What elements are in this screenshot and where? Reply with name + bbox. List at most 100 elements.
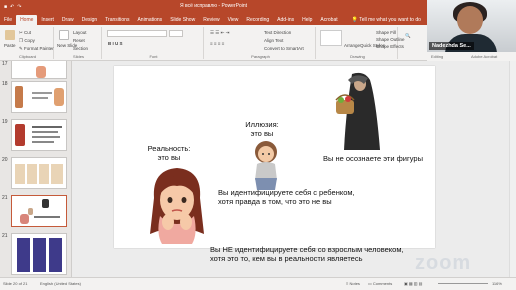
thumbnail-image bbox=[11, 81, 67, 113]
zoom-slider[interactable] bbox=[438, 283, 488, 284]
notes-label: Notes bbox=[349, 281, 360, 286]
tab-review[interactable]: Review bbox=[199, 15, 223, 25]
copy-button[interactable]: ❐ Copy bbox=[19, 38, 35, 44]
font-size-box[interactable] bbox=[169, 30, 183, 37]
paragraph-group-label: Paragraph bbox=[251, 54, 270, 59]
tab-recording[interactable]: Recording bbox=[242, 15, 273, 25]
vertical-scrollbar[interactable] bbox=[509, 61, 516, 277]
align-icons[interactable]: ≡ ≡ ≡ ≡ bbox=[210, 41, 224, 46]
section-button[interactable]: Section bbox=[73, 46, 88, 51]
comments-button[interactable]: ▭ Comments bbox=[368, 281, 392, 286]
window-title: Я всё исправлю - PowerPoint bbox=[179, 3, 248, 9]
thumbnail-number: 18 bbox=[2, 81, 8, 87]
cut-label: Cut bbox=[24, 30, 32, 35]
ribbon-tabs: File Home Insert Draw Design Transitions… bbox=[0, 13, 427, 25]
participant-name: Nadezhda Se... bbox=[429, 42, 474, 50]
shape-fill-button[interactable]: Shape Fill bbox=[376, 30, 396, 35]
slide-thumbnail-pane: 17 18 19 20 21 21 bbox=[0, 61, 72, 277]
identify-adult-text: Вы НЕ идентифицируете себя со взрослым ч… bbox=[210, 245, 404, 264]
text-direction-button[interactable]: Text Direction bbox=[264, 30, 291, 35]
thumbnail-image-selected bbox=[11, 195, 67, 227]
thumbnail-18[interactable]: 18 bbox=[0, 81, 71, 115]
reset-button[interactable]: Reset bbox=[73, 38, 85, 43]
comments-label: Comments bbox=[372, 281, 393, 286]
font-group-label: Font bbox=[149, 54, 158, 59]
thumbnail-20[interactable]: 20 bbox=[0, 157, 71, 191]
tab-add-ins[interactable]: Add-ins bbox=[273, 15, 298, 25]
ribbon: Paste ✂ Cut ❐ Copy ✎ Format Painter Clip… bbox=[0, 25, 427, 61]
normal-view-icon[interactable]: ▣ ▦ ▥ ▤ bbox=[404, 281, 422, 286]
tab-file[interactable]: File bbox=[0, 15, 16, 25]
thumbnail-image bbox=[11, 157, 67, 189]
new-slide-icon[interactable] bbox=[59, 30, 69, 40]
participant-face bbox=[457, 6, 483, 34]
reality-text: Реальность: это вы bbox=[147, 144, 191, 163]
tab-acrobat[interactable]: Acrobat bbox=[316, 15, 341, 25]
tab-draw[interactable]: Draw bbox=[58, 15, 78, 25]
copy-icon: ❐ bbox=[19, 38, 24, 43]
arrange-button[interactable]: Arrange bbox=[344, 43, 360, 48]
bullets-icon[interactable]: ☰ ☰ ⇤ ⇥ bbox=[210, 30, 229, 36]
thumbnail-number: 17 bbox=[2, 61, 8, 67]
convert-smartart-button[interactable]: Convert to SmartArt bbox=[264, 46, 304, 51]
tab-view[interactable]: View bbox=[224, 15, 243, 25]
clipboard-group: Paste ✂ Cut ❐ Copy ✎ Format Painter Clip… bbox=[2, 27, 54, 59]
thumbnail-number: 21 bbox=[2, 233, 8, 239]
comment-icon: ▭ bbox=[368, 281, 372, 286]
drawing-group-label: Drawing bbox=[350, 54, 365, 59]
slide-counter: Slide 20 of 21 bbox=[3, 281, 28, 286]
tab-design[interactable]: Design bbox=[78, 15, 102, 25]
illusion-text: Иллюзия: это вы bbox=[245, 120, 279, 139]
zoom-logo: zoom bbox=[415, 252, 472, 274]
paste-button[interactable]: Paste bbox=[4, 43, 16, 48]
thumbnail-number: 19 bbox=[2, 119, 8, 125]
current-slide[interactable]: Реальность: это вы Иллюзия: это вы Вы не… bbox=[114, 66, 435, 263]
tab-slide-show[interactable]: Slide Show bbox=[166, 15, 199, 25]
thumbnail-image bbox=[11, 119, 67, 151]
shapes-gallery[interactable] bbox=[320, 30, 342, 46]
notes-icon: ≡ bbox=[346, 281, 349, 286]
thumbnail-19[interactable]: 19 bbox=[0, 119, 71, 153]
thumbnail-image bbox=[11, 233, 67, 275]
slides-group-label: Slides bbox=[73, 54, 84, 59]
scissors-icon: ✂ bbox=[19, 30, 23, 35]
zoom-percentage[interactable]: 116% bbox=[492, 281, 502, 286]
layout-button[interactable]: Layout bbox=[73, 30, 87, 35]
thumbnail-number: 20 bbox=[2, 157, 8, 163]
thumbnail-image bbox=[11, 61, 67, 79]
slides-group: New Slide Layout Reset Section Slides bbox=[56, 27, 102, 59]
clipboard-group-label: Clipboard bbox=[18, 54, 37, 59]
thumbnail-22[interactable]: 21 bbox=[0, 233, 71, 277]
not-aware-text: Вы не осознаете эти фигуры bbox=[323, 154, 423, 163]
tab-transitions[interactable]: Transitions bbox=[101, 15, 133, 25]
format-painter-button[interactable]: ✎ Format Painter bbox=[19, 46, 54, 52]
paragraph-group: ☰ ☰ ⇤ ⇥ Text Direction Align Text Conver… bbox=[206, 27, 316, 59]
tab-home[interactable]: Home bbox=[16, 15, 38, 25]
thumbnail-21[interactable]: 21 bbox=[0, 195, 71, 229]
brush-icon: ✎ bbox=[19, 46, 23, 51]
adobe-group-label: Adobe Acrobat bbox=[471, 54, 498, 59]
tab-insert[interactable]: Insert bbox=[37, 15, 58, 25]
editing-group: 🔍 bbox=[400, 27, 427, 59]
editing-group-label: Editing bbox=[431, 54, 444, 59]
notes-button[interactable]: ≡ Notes bbox=[346, 281, 360, 286]
tab-help[interactable]: Help bbox=[298, 15, 316, 25]
title-bar: ■ ↶ ↷ Я всё исправлю - PowerPoint bbox=[0, 0, 427, 13]
find-icon[interactable]: 🔍 bbox=[405, 33, 411, 39]
identify-child-text: Вы идентифицируете себя с ребенком, хотя… bbox=[218, 188, 355, 207]
cut-button[interactable]: ✂ Cut bbox=[19, 30, 31, 36]
format-painter-label: Format Painter bbox=[24, 46, 54, 51]
drawing-group: Arrange Quick Styles Shape Fill Shape Ou… bbox=[318, 27, 405, 59]
bold-icon[interactable]: B I U S bbox=[108, 41, 123, 46]
language-indicator[interactable]: English (United States) bbox=[40, 281, 81, 286]
align-text-button[interactable]: Align Text bbox=[264, 38, 283, 43]
participant-video: Nadezhda Se... bbox=[427, 0, 516, 52]
ribbon-right-labels: Editing Adobe Acrobat bbox=[427, 52, 516, 61]
copy-label: Copy bbox=[24, 38, 35, 43]
font-group: B I U S Font bbox=[104, 27, 204, 59]
font-name-box[interactable] bbox=[107, 30, 167, 37]
adult-woman-illustration bbox=[150, 168, 204, 244]
paste-icon[interactable] bbox=[5, 30, 15, 40]
tab-animations[interactable]: Animations bbox=[133, 15, 166, 25]
tell-me-search[interactable]: 💡 Tell me what you want to do bbox=[348, 15, 425, 25]
